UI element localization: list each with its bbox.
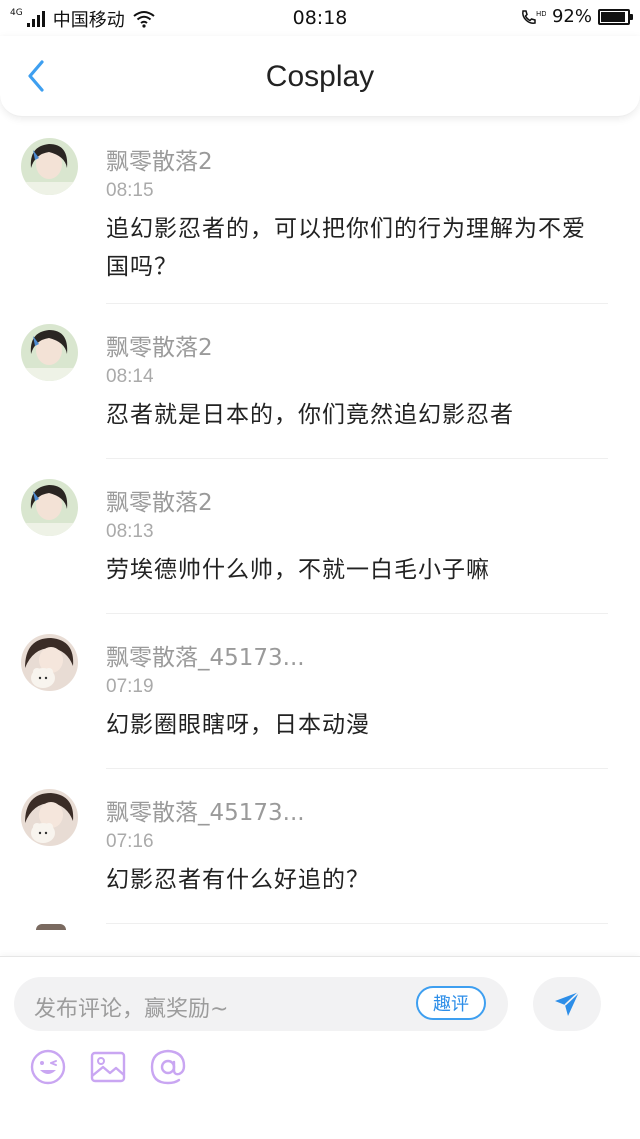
comment-item[interactable]: 飘零散落2 08:13 劳埃德帅什么帅，不就一白毛小子嘛 [0,459,640,614]
composer-toolbar [28,1047,188,1087]
comment-item[interactable]: 飘零散落_45173... 07:19 幻影圈眼瞎呀，日本动漫 [0,614,640,769]
comment-username[interactable]: 飘零散落_45173... [106,793,305,827]
comment-time: 08:14 [106,366,154,387]
hd-label: HD [536,10,546,18]
comment-composer: 发布评论，赢奖励~ 趣评 [0,956,640,1139]
send-icon [555,991,580,1016]
mention-icon [150,1049,186,1085]
comment-text: 追幻影忍者的，可以把你们的行为理解为不爱国吗？ [106,216,586,280]
avatar[interactable] [21,138,78,195]
page-title: Cosplay [265,60,375,93]
avatar[interactable] [21,789,78,846]
battery-icon [598,8,633,25]
comment-item[interactable]: 飘零散落2 08:14 忍者就是日本的，你们竟然追幻影忍者 [0,304,640,459]
comment-time: 07:19 [106,676,154,697]
comment-time: 07:16 [106,831,154,852]
hd-call-icon: HD [522,10,546,24]
battery-fill [601,11,625,22]
image-icon [90,1051,126,1083]
comment-item-partial[interactable] [0,924,640,944]
comment-item[interactable]: 飘零散落2 08:15 追幻影忍者的，可以把你们的行为理解为不爱国吗？ [0,118,640,304]
user-avatar-image [21,324,78,381]
comment-username[interactable]: 飘零散落2 [106,328,213,362]
comment-username[interactable]: 飘零散落_45173... [106,638,305,672]
status-right: HD 92% [520,6,633,27]
send-button[interactable] [533,977,601,1031]
user-avatar-image [21,789,78,846]
avatar[interactable] [21,634,78,691]
comment-text: 幻影圈眼瞎呀，日本动漫 [106,712,370,738]
user-avatar-image [21,138,78,195]
user-avatar-image [21,479,78,536]
comment-list[interactable]: 飘零散落2 08:15 追幻影忍者的，可以把你们的行为理解为不爱国吗？ 飘零散落… [0,118,640,956]
comment-username[interactable]: 飘零散落2 [106,483,213,517]
user-avatar-image [21,634,78,691]
comment-username[interactable]: 飘零散落2 [106,142,213,176]
comment-item[interactable]: 飘零散落_45173... 07:16 幻影忍者有什么好追的？ [0,769,640,924]
battery-percent: 92% [551,6,592,27]
avatar[interactable] [36,924,66,930]
comment-time: 08:15 [106,180,154,201]
avatar[interactable] [21,479,78,536]
comment-input[interactable]: 发布评论，赢奖励~ 趣评 [14,977,508,1031]
comment-input-placeholder: 发布评论，赢奖励~ [34,997,229,1022]
comment-text: 忍者就是日本的，你们竟然追幻影忍者 [106,402,514,428]
header: Cosplay [0,36,640,117]
emoji-button[interactable] [28,1047,68,1087]
quick-comment-button[interactable]: 趣评 [416,986,486,1020]
image-button[interactable] [88,1047,128,1087]
emoji-icon [30,1049,66,1085]
status-bar: 4G 中国移动 08:18 HD 92% [0,0,640,36]
avatar[interactable] [21,324,78,381]
comment-time: 08:13 [106,521,154,542]
comment-text: 幻影忍者有什么好追的？ [106,867,370,893]
mention-button[interactable] [148,1047,188,1087]
comment-text: 劳埃德帅什么帅，不就一白毛小子嘛 [106,557,490,583]
